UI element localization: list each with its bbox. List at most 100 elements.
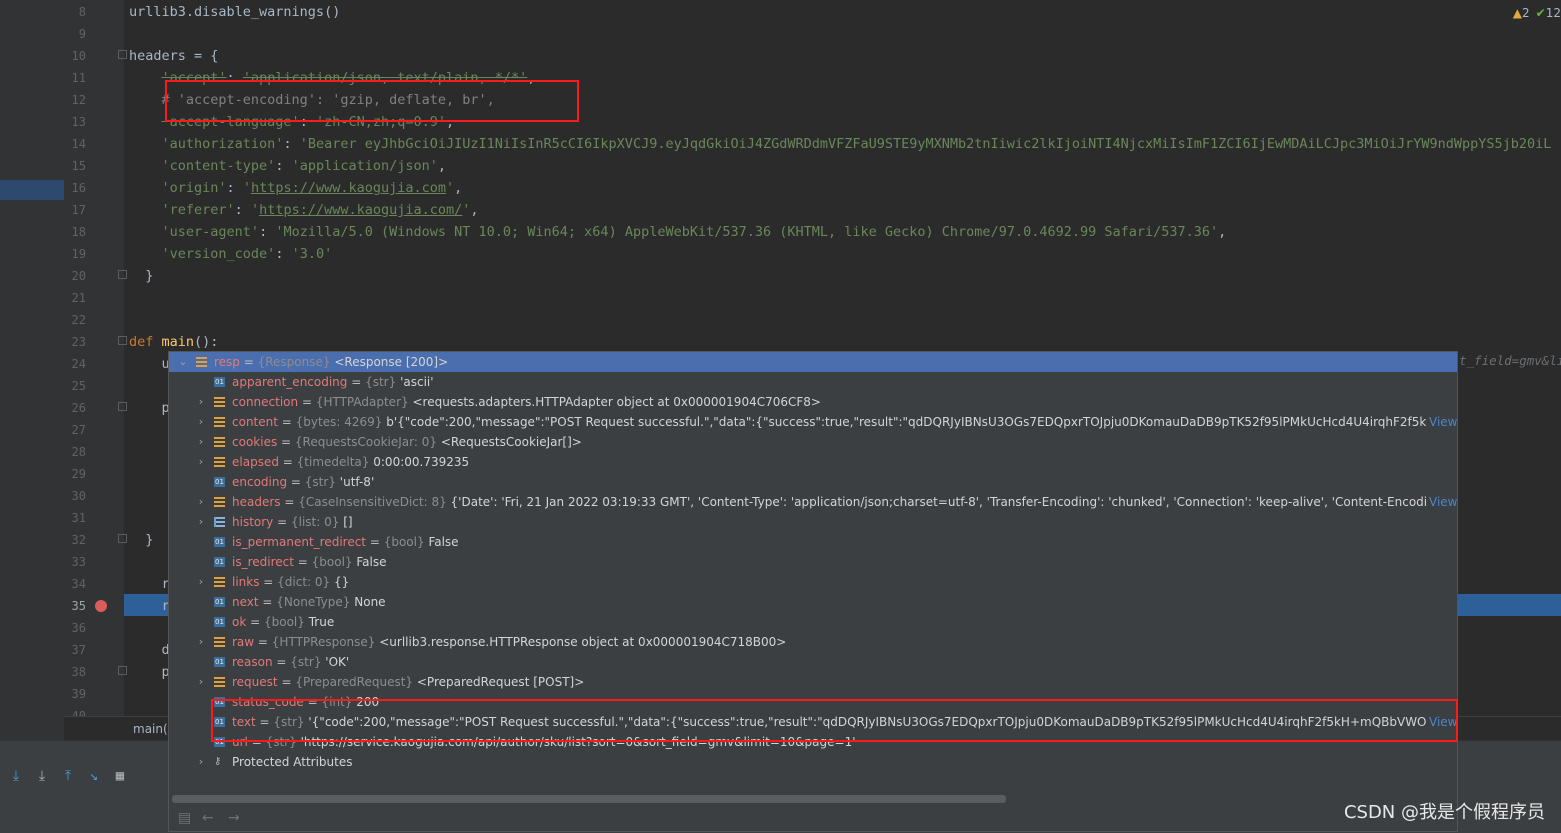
fold-icon[interactable] — [118, 666, 127, 675]
variable-row[interactable]: 01 reason = {str} 'OK' — [169, 652, 1457, 672]
line-number[interactable]: 15 — [64, 155, 86, 177]
line-number[interactable]: 20 — [64, 265, 86, 287]
expand-closed-icon[interactable]: › — [195, 452, 207, 472]
variable-row[interactable]: 01 encoding = {str} 'utf-8' — [169, 472, 1457, 492]
code-line[interactable]: headers = { — [129, 45, 218, 67]
variable-row[interactable]: › elapsed = {timedelta} 0:00:00.739235 — [169, 452, 1457, 472]
fold-icon[interactable] — [118, 50, 127, 59]
view-link[interactable]: View — [1427, 412, 1457, 432]
code-line[interactable]: urllib3.disable_warnings() — [129, 1, 340, 23]
variable-row[interactable]: › raw = {HTTPResponse} <urllib3.response.… — [169, 632, 1457, 652]
code-line[interactable]: 'user-agent': 'Mozilla/5.0 (Windows NT 1… — [129, 221, 1227, 243]
line-number[interactable]: 24 — [64, 353, 86, 375]
line-number[interactable]: 18 — [64, 221, 86, 243]
expand-closed-icon[interactable]: › — [195, 672, 207, 692]
view-link[interactable]: View — [1427, 492, 1457, 512]
variable-row[interactable]: 01 next = {NoneType} None — [169, 592, 1457, 612]
line-number[interactable]: 21 — [64, 287, 86, 309]
variable-row[interactable]: › content = {bytes: 4269} b'{"code":200,"… — [169, 412, 1457, 432]
code-line[interactable]: def main(): — [129, 331, 218, 353]
expand-closed-icon[interactable]: › — [195, 512, 207, 532]
code-line[interactable]: u — [129, 353, 170, 375]
line-number[interactable]: 16 — [64, 177, 86, 199]
variable-row[interactable]: 01 ok = {bool} True — [169, 612, 1457, 632]
expand-closed-icon[interactable]: › — [195, 752, 207, 772]
back-arrow-icon[interactable]: ← — [202, 810, 214, 826]
breakpoint-icon[interactable] — [95, 600, 107, 612]
line-number[interactable]: 10 — [64, 45, 86, 67]
code-line[interactable]: 'version_code': '3.0' — [129, 243, 333, 265]
line-number[interactable]: 30 — [64, 485, 86, 507]
line-number[interactable]: 8 — [64, 1, 86, 23]
expand-closed-icon[interactable]: › — [195, 632, 207, 652]
variable-row[interactable]: › links = {dict: 0} {} — [169, 572, 1457, 592]
variable-row[interactable]: › request = {PreparedRequest} <PreparedRe… — [169, 672, 1457, 692]
line-number[interactable]: 26 — [64, 397, 86, 419]
fold-icon[interactable] — [118, 534, 127, 543]
popup-tree-icon[interactable]: ▤ — [178, 810, 191, 826]
line-number[interactable]: 17 — [64, 199, 86, 221]
line-number[interactable]: 31 — [64, 507, 86, 529]
line-number[interactable]: 27 — [64, 419, 86, 441]
line-number[interactable]: 22 — [64, 309, 86, 331]
line-number[interactable]: 37 — [64, 639, 86, 661]
line-number[interactable]: 32 — [64, 529, 86, 551]
expand-closed-icon[interactable]: › — [195, 392, 207, 412]
variable-row[interactable]: 01 apparent_encoding = {str} 'ascii' — [169, 372, 1457, 392]
code-line[interactable]: r — [129, 573, 170, 595]
variable-row[interactable]: › cookies = {RequestsCookieJar: 0} <Reque… — [169, 432, 1457, 452]
line-number[interactable]: 28 — [64, 441, 86, 463]
line-number[interactable]: 19 — [64, 243, 86, 265]
inspection-widget[interactable]: ▲2 ✔12 — [1513, 6, 1561, 20]
warning-count[interactable]: ▲2 — [1513, 6, 1530, 20]
variable-row-root[interactable]: ⌄ resp = {Response} <Response [200]> — [169, 352, 1457, 372]
code-line[interactable]: 'referer': 'https://www.kaogujia.com/', — [129, 199, 479, 221]
variable-inspector-popup[interactable]: ⌄ resp = {Response} <Response [200]> 01 app… — [168, 351, 1458, 832]
code-line[interactable]: p — [129, 661, 170, 683]
expand-closed-icon[interactable]: › — [195, 572, 207, 592]
line-number[interactable]: 14 — [64, 133, 86, 155]
expand-closed-icon[interactable]: › — [195, 492, 207, 512]
step-out-icon[interactable]: ⤒ — [58, 766, 78, 786]
expand-open-icon[interactable]: ⌄ — [177, 352, 189, 372]
code-line[interactable]: r — [129, 595, 170, 617]
run-to-cursor-icon[interactable]: ↘ — [84, 766, 104, 786]
horizontal-scrollbar[interactable] — [172, 795, 1006, 803]
line-number[interactable]: 9 — [64, 23, 86, 45]
code-line[interactable]: 'content-type': 'application/json', — [129, 155, 447, 177]
step-into-icon[interactable]: ⤓ — [32, 766, 52, 786]
code-line[interactable]: } — [129, 529, 153, 551]
variable-row[interactable]: 01 is_redirect = {bool} False — [169, 552, 1457, 572]
step-over-icon[interactable]: ⤓ — [6, 766, 26, 786]
fold-icon[interactable] — [118, 336, 127, 345]
code-line[interactable]: 'authorization': 'Bearer eyJhbGciOiJIUzI… — [129, 133, 1552, 155]
expand-closed-icon[interactable]: › — [195, 412, 207, 432]
line-number[interactable]: 13 — [64, 111, 86, 133]
line-number[interactable]: 12 — [64, 89, 86, 111]
breadcrumb-item[interactable]: main() — [133, 722, 172, 736]
check-count[interactable]: ✔12 — [1536, 6, 1561, 20]
line-number[interactable]: 11 — [64, 67, 86, 89]
code-line[interactable]: p — [129, 397, 170, 419]
expand-closed-icon[interactable]: › — [195, 432, 207, 452]
variable-row[interactable]: 01 is_permanent_redirect = {bool} False — [169, 532, 1457, 552]
code-line[interactable]: d — [129, 639, 170, 661]
variable-row[interactable]: › ⚷ Protected Attributes — [169, 752, 1457, 772]
code-line[interactable]: } — [129, 265, 153, 287]
line-number[interactable]: 29 — [64, 463, 86, 485]
fold-icon[interactable] — [118, 270, 127, 279]
variable-row[interactable]: › headers = {CaseInsensitiveDict: 8} {'Da… — [169, 492, 1457, 512]
variable-row[interactable]: › connection = {HTTPAdapter} <requests.ad… — [169, 392, 1457, 412]
line-number[interactable]: 34 — [64, 573, 86, 595]
evaluate-icon[interactable]: ▦ — [110, 766, 130, 786]
line-number[interactable]: 35 — [64, 595, 86, 617]
forward-arrow-icon[interactable]: → — [228, 810, 240, 826]
fold-icon[interactable] — [118, 402, 127, 411]
line-number[interactable]: 38 — [64, 661, 86, 683]
line-number[interactable]: 33 — [64, 551, 86, 573]
code-line[interactable]: 'origin': 'https://www.kaogujia.com', — [129, 177, 463, 199]
variable-row[interactable]: › history = {list: 0} [] — [169, 512, 1457, 532]
line-number[interactable]: 23 — [64, 331, 86, 353]
line-number[interactable]: 25 — [64, 375, 86, 397]
line-number[interactable]: 36 — [64, 617, 86, 639]
